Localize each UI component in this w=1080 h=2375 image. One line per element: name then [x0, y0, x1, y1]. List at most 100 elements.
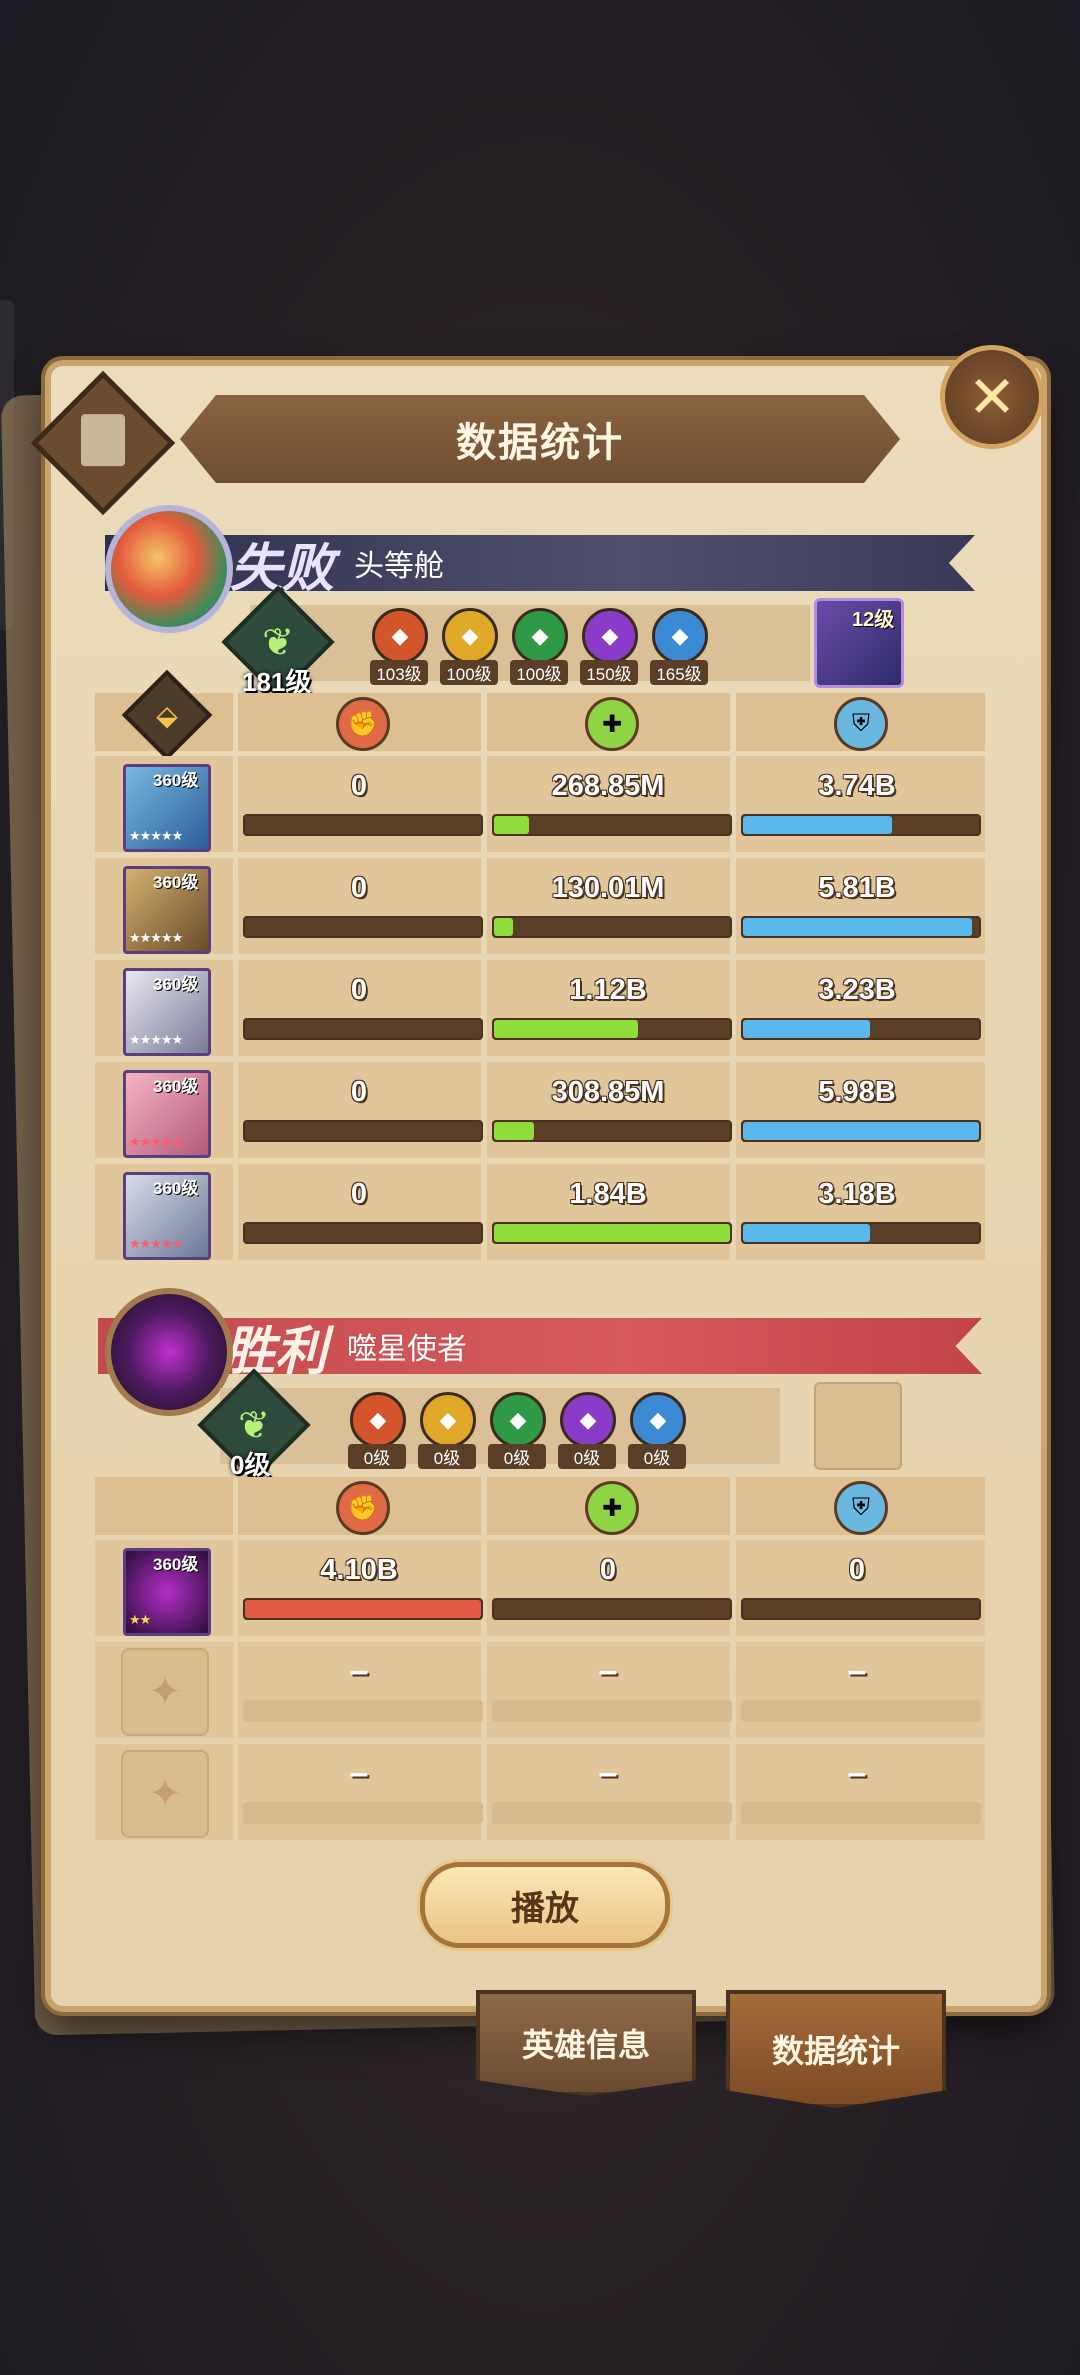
- heal-bar-fill: [494, 918, 513, 936]
- team1-pet-level: 12级: [852, 609, 895, 631]
- play-button[interactable]: 播放: [420, 1862, 670, 1948]
- hero-level: 360级: [153, 873, 199, 892]
- page-title: 数据统计: [456, 421, 624, 465]
- light-gem-icon: ◆: [442, 608, 498, 664]
- block-bar-fill: [743, 918, 972, 936]
- block-bar: [741, 1598, 981, 1620]
- gem-level: 0级: [348, 1444, 406, 1469]
- block-bar-fill: [743, 1224, 871, 1242]
- block-value: –: [847, 1754, 867, 1792]
- close-button[interactable]: ✕: [940, 345, 1044, 449]
- block-bar: [741, 1700, 981, 1722]
- fire-gem-icon: ◆: [372, 608, 428, 664]
- damage-value: 0: [350, 770, 368, 802]
- block-value: 3.18B: [818, 1178, 896, 1210]
- team2-avatar[interactable]: [105, 1288, 233, 1416]
- dark-gem-icon: ◆: [560, 1392, 616, 1448]
- gem-level: 0级: [558, 1444, 616, 1469]
- gem-level: 165级: [650, 660, 708, 685]
- team2-pet-empty: [814, 1382, 902, 1470]
- header-damage: ✊: [238, 1477, 481, 1535]
- damage-value: 0: [350, 1178, 368, 1210]
- team1-banner: 失败 头等舱: [105, 535, 975, 591]
- hero-stars: ★★★★★: [129, 828, 183, 843]
- close-icon: ✕: [967, 365, 1017, 430]
- block-bar-fill: [743, 1020, 871, 1038]
- block-bar: [741, 1222, 981, 1244]
- heal-bar: [492, 1018, 732, 1040]
- gem-level: 0级: [488, 1444, 546, 1469]
- header-block: ⛨: [736, 1477, 985, 1535]
- damage-value: 0: [350, 1076, 368, 1108]
- document-icon: [81, 414, 125, 467]
- nature-gem-icon: ◆: [512, 608, 568, 664]
- block-bar: [741, 916, 981, 938]
- gem-level: 100级: [510, 660, 568, 685]
- team1-avatar[interactable]: [105, 505, 233, 633]
- shield-icon: ⛨: [834, 697, 888, 751]
- gem-level: 0级: [418, 1444, 476, 1469]
- hero-stars: ★★★★★: [129, 1032, 183, 1047]
- block-value: 5.98B: [818, 1076, 896, 1108]
- heal-bar-fill: [494, 1224, 730, 1242]
- block-bar: [741, 1802, 981, 1824]
- tab-data-stats[interactable]: 数据统计: [726, 1990, 946, 2108]
- hero-stars: ★★★★★: [129, 1236, 183, 1251]
- hero-level: 360级: [153, 975, 199, 994]
- damage-value: 0: [350, 974, 368, 1006]
- heal-bar: [492, 814, 732, 836]
- gem-level: 0级: [628, 1444, 686, 1469]
- gem-level: 103级: [370, 660, 428, 685]
- heal-value: –: [598, 1652, 618, 1690]
- damage-bar: [243, 814, 483, 836]
- damage-value: –: [349, 1754, 369, 1792]
- hero-level: 360级: [153, 1077, 199, 1096]
- header-block: ⛨: [736, 693, 985, 751]
- damage-bar: [243, 1120, 483, 1142]
- heal-value: 268.85M: [551, 770, 665, 802]
- heal-bar: [492, 1598, 732, 1620]
- gem-level: 100级: [440, 660, 498, 685]
- damage-bar: [243, 1018, 483, 1040]
- block-bar: [741, 1120, 981, 1142]
- heal-bar: [492, 1222, 732, 1244]
- heal-bar: [492, 1802, 732, 1824]
- damage-icon: ✊: [336, 697, 390, 751]
- nature-gem-icon: ◆: [490, 1392, 546, 1448]
- hero-stars: ★★★★★: [129, 930, 183, 945]
- heal-icon: ✚: [585, 1481, 639, 1535]
- heal-value: 308.85M: [551, 1076, 665, 1108]
- heal-icon: ✚: [585, 697, 639, 751]
- title-bar: 数据统计: [180, 395, 900, 483]
- light-gem-icon: ◆: [420, 1392, 476, 1448]
- damage-bar: [243, 1222, 483, 1244]
- empty-hero-slot[interactable]: ✦: [121, 1750, 209, 1838]
- damage-value: –: [349, 1652, 369, 1690]
- team2-player-name: 噬星使者: [347, 1333, 468, 1366]
- block-bar: [741, 814, 981, 836]
- damage-bar-fill: [245, 1600, 481, 1618]
- heal-bar-fill: [494, 816, 530, 834]
- header-heal: ✚: [487, 1477, 730, 1535]
- team2-result: 胜利: [223, 1320, 328, 1382]
- block-bar: [741, 1018, 981, 1040]
- empty-hero-slot[interactable]: ✦: [121, 1648, 209, 1736]
- block-value: 5.81B: [818, 872, 896, 904]
- water-gem-icon: ◆: [652, 608, 708, 664]
- block-value: –: [847, 1652, 867, 1690]
- heal-value: 1.12B: [569, 974, 647, 1006]
- hero-level: 360级: [153, 1179, 199, 1198]
- heal-value: 130.01M: [551, 872, 665, 904]
- shield-icon: ⛨: [834, 1481, 888, 1535]
- block-value: 0: [848, 1554, 866, 1586]
- header-heal: ✚: [487, 693, 730, 751]
- damage-icon: ✊: [336, 1481, 390, 1535]
- damage-bar: [243, 1700, 483, 1722]
- damage-bar: [243, 1802, 483, 1824]
- hero-stars: ★★★★★: [129, 1134, 183, 1149]
- damage-value: 0: [350, 872, 368, 904]
- heal-value: 1.84B: [569, 1178, 647, 1210]
- hero-level: 360级: [153, 771, 199, 790]
- tab-hero-info[interactable]: 英雄信息: [476, 1990, 696, 2096]
- fire-gem-icon: ◆: [350, 1392, 406, 1448]
